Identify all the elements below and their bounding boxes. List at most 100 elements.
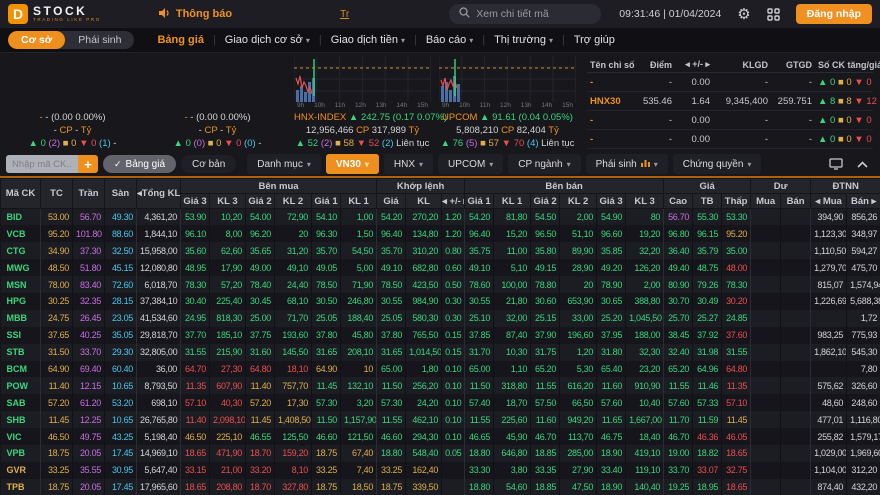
col-subheader[interactable]: Giá 1 [312, 194, 341, 209]
table-row[interactable]: STB31.5033.7029.3032,805,0031.55215,9031… [1, 344, 880, 361]
settings-gear-icon[interactable]: ⚙ [737, 7, 750, 22]
table-row[interactable]: BID53.0056.7049.304,361,2053.9010,2054.0… [1, 209, 880, 226]
col-header[interactable]: Trần [73, 179, 105, 209]
col-header[interactable]: Mã CK [1, 179, 41, 209]
col-header[interactable]: ◂Tổng KL▸ [137, 179, 181, 209]
menu-item[interactable]: Giao dịch cơ sở▾ [216, 34, 319, 46]
bid-volume: 185,10 [210, 327, 246, 344]
col-subheader[interactable]: Giá 3 [597, 194, 626, 209]
col-header[interactable]: TC [41, 179, 73, 209]
col-subheader[interactable]: ◂ Mua [811, 194, 847, 209]
index-panel[interactable]: - - (0.00 0.00%)- CP - Tỷ▲ 0 (2) ■ 0 ▼ 0… [0, 53, 145, 152]
col-subheader[interactable]: KL 3 [210, 194, 246, 209]
high-price: 30.70 [664, 293, 693, 310]
bid-price: 57.20 [246, 394, 275, 411]
board-tab-vn30[interactable]: VN30▾ [326, 154, 379, 174]
col-subheader[interactable]: ◂ +/- ▸ [442, 194, 465, 209]
board-tab-cp-ngành[interactable]: CP ngành▾ [508, 154, 580, 174]
symbol-cell: VPB [1, 445, 41, 462]
board-tab-chứng-quyền[interactable]: Chứng quyền▾ [673, 154, 762, 174]
table-row[interactable]: GVR33.2535.5530.955,647,4033.1521,0033.2… [1, 462, 880, 479]
col-subheader[interactable]: Giá 3 [181, 194, 210, 209]
board-type-pill[interactable]: ✓ Bảng giá [103, 155, 176, 173]
col-subheader[interactable]: TB [693, 194, 722, 209]
col-subheader[interactable]: Bán [781, 194, 811, 209]
symbol-search[interactable] [449, 4, 601, 24]
table-row[interactable]: VIC46.5049.7543.255,198,4046.50225,1046.… [1, 428, 880, 445]
market-toggle-active[interactable]: Cơ sở [8, 31, 65, 49]
notification-link[interactable]: Thông báo [159, 8, 232, 21]
col-header[interactable]: Sàn [105, 179, 137, 209]
table-row[interactable]: MSN78.0083.4072.606,018,7078.3057,2078.4… [1, 276, 880, 293]
menu-item[interactable]: Báo cáo▾ [417, 34, 482, 46]
col-subheader[interactable]: Giá [377, 194, 406, 209]
col-subheader[interactable]: KL 2 [275, 194, 312, 209]
col-subheader[interactable]: KL 3 [626, 194, 664, 209]
login-button[interactable]: Đăng nhập [796, 4, 872, 24]
index-row[interactable]: --0.00--▲ 0 ■ 0 ▼ 0 [587, 73, 873, 92]
symbol-code-input[interactable] [6, 155, 78, 173]
table-row[interactable]: BCM64.9069.4060.4036,0064.7027,3064.8018… [1, 361, 880, 378]
menu-item[interactable]: Thị trường▾ [485, 34, 562, 46]
index-row[interactable]: --0.00--▲ 0 ■ 0 ▼ 0 [587, 111, 873, 130]
index-col-header[interactable]: KLGD [713, 57, 771, 73]
index-col-header[interactable]: ◂ +/- ▸ [675, 57, 713, 73]
logo-icon: D [8, 4, 28, 24]
ask-volume: 28,90 [560, 259, 597, 276]
match-volume: 256,20 [406, 377, 442, 394]
index-col-header[interactable]: Số CK tăng/giảm [815, 57, 873, 73]
col-subheader[interactable]: KL 1 [341, 194, 377, 209]
ask-price: 11.55 [531, 377, 560, 394]
table-row[interactable]: POW11.4012.1510.658,793,5011.35607,9011.… [1, 377, 880, 394]
table-row[interactable]: HPG30.2532.3528.1537,384,1030.40225,4030… [1, 293, 880, 310]
floor-price: 23.05 [105, 310, 137, 327]
board-tab-upcom[interactable]: UPCOM▾ [438, 154, 503, 174]
table-row[interactable]: MBB24.7526.4523.0541,534,6024.95818,3025… [1, 310, 880, 327]
board-tab-phái-sinh[interactable]: Phái sinh▾ [586, 154, 668, 174]
table-row[interactable]: SHB11.4512.2510.6526,765,8011.402,098,10… [1, 411, 880, 428]
index-row[interactable]: HNX30535.461.649,345,400259.751▲ 8 ■ 8 ▼… [587, 92, 873, 111]
menu-item[interactable]: Bảng giá [148, 34, 212, 46]
ask-volume: 32,30 [626, 344, 664, 361]
avg-price: 31.98 [693, 344, 722, 361]
table-row[interactable]: SSI37.6540.2535.0529,818,7037.70185,1037… [1, 327, 880, 344]
news-ticker[interactable]: Tr [340, 9, 349, 20]
search-input[interactable] [476, 8, 591, 20]
index-panel[interactable]: 9h10h11h12h13h14h15hUPCOM ▲ 91.61 (0.04 … [435, 53, 580, 152]
collapse-chevron-up-icon[interactable] [857, 161, 868, 168]
index-col-header[interactable]: Điểm [637, 57, 675, 73]
col-subheader[interactable]: Giá 2 [531, 194, 560, 209]
basic-pill[interactable]: Cơ bản [181, 155, 236, 173]
index-col-header[interactable]: Tên chỉ số [587, 57, 637, 73]
floor-price: 10.65 [105, 411, 137, 428]
index-row[interactable]: --0.00--▲ 0 ■ 0 ▼ 0 [587, 130, 873, 149]
col-subheader[interactable]: Giá 1 [465, 194, 494, 209]
index-panel[interactable]: - - (0.00 0.00%)- CP - Tỷ▲ 0 (0) ■ 0 ▼ 0… [145, 53, 290, 152]
table-row[interactable]: CTG34.9037.3032.5015,958,0035.6062,6035.… [1, 242, 880, 259]
menu-item[interactable]: Giao dịch tiền▾ [322, 34, 414, 46]
board-tab-danh-mục[interactable]: Danh mục▾ [247, 154, 321, 174]
col-subheader[interactable]: Mua [751, 194, 781, 209]
board-tab-hnx[interactable]: HNX▾ [384, 154, 433, 174]
menu-item[interactable]: Trợ giúp [565, 34, 624, 46]
fullscreen-monitor-icon[interactable] [829, 158, 843, 170]
table-row[interactable]: VPB18.7520.0517.4514,969,1018.65471,9018… [1, 445, 880, 462]
col-subheader[interactable]: Giá 2 [246, 194, 275, 209]
col-subheader[interactable]: Bán ▸ [847, 194, 880, 209]
col-subheader[interactable]: KL 1 [494, 194, 531, 209]
col-subheader[interactable]: KL [406, 194, 442, 209]
market-toggle-item[interactable]: Phái sinh [65, 31, 134, 49]
col-subheader[interactable]: Cao [664, 194, 693, 209]
ceiling-price: 37.30 [73, 242, 105, 259]
ask-volume: 5,10 [494, 259, 531, 276]
add-symbol-button[interactable]: + [78, 155, 98, 173]
apps-grid-icon[interactable] [767, 8, 780, 21]
index-col-header[interactable]: GTGD [771, 57, 815, 73]
index-panel[interactable]: 9h10h11h12h13h14h15hHNX-INDEX ▲ 242.75 (… [290, 53, 435, 152]
table-row[interactable]: MWG48.5051.8045.1512,080,8048.9517,9049.… [1, 259, 880, 276]
col-subheader[interactable]: KL 2 [560, 194, 597, 209]
table-row[interactable]: VCB95.20101.8088.601,844,1096.108,0096.2… [1, 225, 880, 242]
table-row[interactable]: TPB18.7520.0517.4517,965,6018.65208,8018… [1, 479, 880, 495]
col-subheader[interactable]: Thấp [722, 194, 751, 209]
table-row[interactable]: SAB57.2061.2053.20698,1057.1040,3057.201… [1, 394, 880, 411]
